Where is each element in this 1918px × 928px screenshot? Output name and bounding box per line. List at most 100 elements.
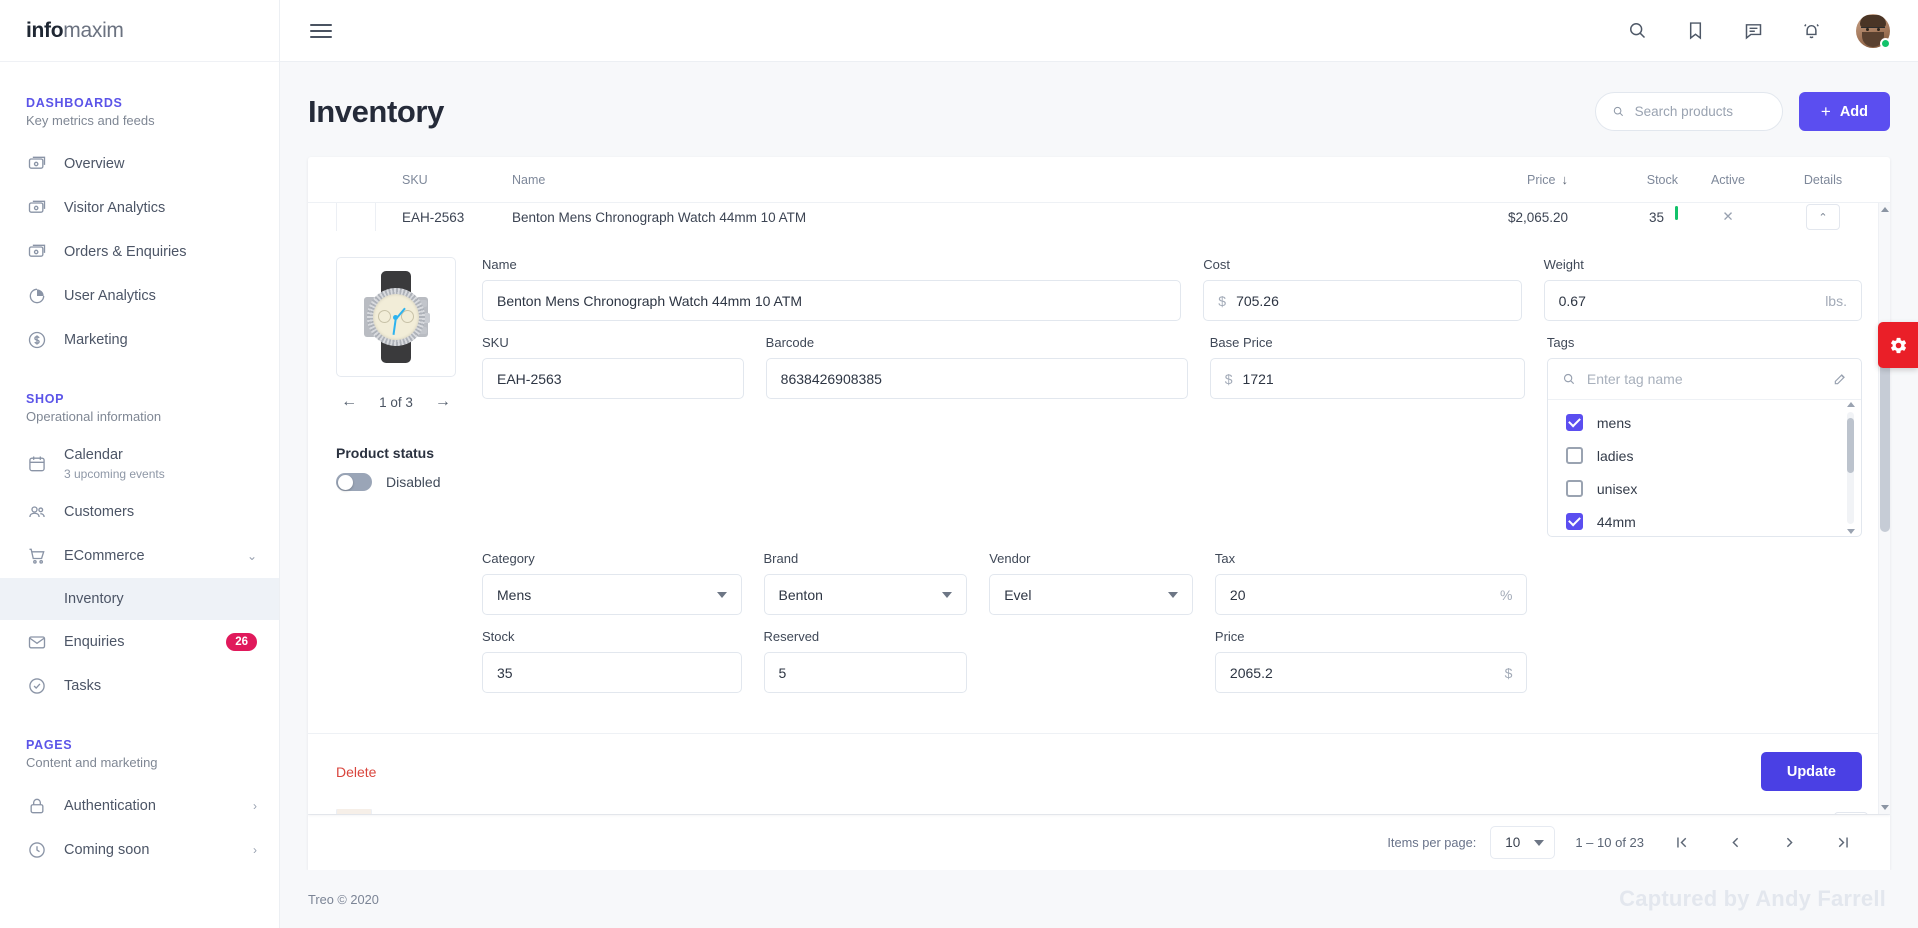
stock-input[interactable] — [497, 664, 727, 681]
tag-option[interactable]: ladies — [1548, 439, 1861, 472]
field-cost-control[interactable]: $ — [1203, 280, 1522, 321]
table-vertical-scrollbar[interactable] — [1878, 203, 1890, 814]
first-page-button[interactable] — [1664, 826, 1698, 860]
row-stock: 35 — [1568, 205, 1678, 225]
add-button[interactable]: + Add — [1798, 92, 1890, 131]
settings-gear-tab[interactable] — [1878, 322, 1918, 368]
category-select[interactable]: Mens — [482, 574, 742, 615]
next-table-row-peek[interactable] — [308, 809, 1890, 814]
field-stock-control[interactable] — [482, 652, 742, 693]
items-per-page-select[interactable]: 10 — [1490, 826, 1556, 859]
update-button[interactable]: Update — [1760, 752, 1862, 791]
sidebar-item-ecommerce[interactable]: ECommerce ⌄ — [0, 534, 279, 578]
field-name-control[interactable] — [482, 280, 1182, 321]
sidebar-item-customers[interactable]: Customers — [0, 490, 279, 534]
sidebar-item-label: Coming soon — [64, 841, 150, 858]
chat-icon[interactable] — [1734, 12, 1772, 50]
tags-scrollbar[interactable] — [1846, 402, 1855, 534]
sku-input[interactable] — [497, 370, 729, 387]
base-price-input[interactable] — [1242, 370, 1510, 387]
scroll-thumb[interactable] — [1847, 418, 1855, 473]
brand-logo[interactable]: infomaxim — [0, 0, 279, 62]
sidebar-item-enquiries[interactable]: Enquiries 26 — [0, 620, 279, 664]
barcode-input[interactable] — [780, 370, 1173, 387]
sidebar-item-overview[interactable]: Overview — [0, 142, 279, 186]
delete-button[interactable]: Delete — [336, 764, 376, 780]
product-status-toggle[interactable] — [336, 473, 372, 491]
scroll-down-arrow-icon[interactable] — [1846, 529, 1855, 534]
column-name[interactable]: Name — [512, 173, 1448, 187]
tags-list: mens ladies unisex 44mm — [1548, 400, 1861, 536]
chevron-up-icon[interactable]: ⌃ — [1806, 204, 1840, 230]
form-row-3: Category Mens Brand Benton Vendor Evel T… — [482, 551, 1862, 615]
hamburger-icon[interactable] — [306, 13, 342, 49]
bell-icon[interactable] — [1792, 12, 1830, 50]
scroll-up-arrow-icon[interactable] — [1846, 402, 1855, 407]
chevron-down-icon — [1534, 839, 1545, 846]
cost-input[interactable] — [1236, 292, 1507, 309]
chevron-down-icon[interactable] — [1834, 812, 1868, 814]
section-subtitle: Content and marketing — [26, 755, 158, 770]
sidebar-item-visitor-analytics[interactable]: Visitor Analytics — [0, 186, 279, 230]
sidebar-item-inventory[interactable]: Inventory — [0, 578, 279, 620]
scroll-track[interactable] — [1847, 412, 1855, 524]
previous-page-button[interactable] — [1718, 826, 1752, 860]
search-icon[interactable] — [1618, 12, 1656, 50]
field-tags-label: Tags — [1546, 335, 1575, 350]
field-base-price-control[interactable]: $ — [1209, 358, 1525, 399]
field-price-control[interactable]: $ — [1214, 652, 1528, 693]
sidebar-item-orders-enquiries[interactable]: Orders & Enquiries — [0, 230, 279, 274]
column-stock[interactable]: Stock — [1568, 173, 1678, 187]
tag-option[interactable]: 44mm — [1548, 505, 1861, 536]
reserved-input[interactable] — [778, 664, 953, 681]
column-price[interactable]: Price ↓ — [1448, 172, 1568, 187]
field-reserved-control[interactable] — [763, 652, 968, 693]
sidebar-item-calendar[interactable]: Calendar 3 upcoming events — [0, 438, 279, 490]
tag-checkbox[interactable] — [1565, 414, 1583, 431]
tags-search-row[interactable] — [1547, 359, 1862, 400]
tax-input[interactable] — [1229, 586, 1490, 603]
scroll-track[interactable] — [1879, 212, 1891, 805]
field-weight-control[interactable]: lbs. — [1543, 280, 1862, 321]
sidebar-item-authentication[interactable]: Authentication › — [0, 784, 279, 828]
bookmark-icon[interactable] — [1676, 12, 1714, 50]
tag-option[interactable]: unisex — [1548, 472, 1861, 505]
search-input[interactable] — [1634, 104, 1766, 119]
search-products-box[interactable] — [1594, 92, 1783, 131]
tag-checkbox[interactable] — [1565, 447, 1583, 464]
name-input[interactable] — [497, 292, 1167, 309]
tag-option[interactable]: mens — [1548, 406, 1861, 439]
column-sku[interactable]: SKU — [402, 173, 512, 187]
avatar[interactable] — [1856, 13, 1891, 49]
vendor-select[interactable]: Evel — [989, 574, 1193, 615]
column-active[interactable]: Active — [1678, 173, 1778, 187]
section-title: SHOP — [26, 392, 65, 406]
tag-checkbox[interactable] — [1565, 513, 1583, 530]
last-page-button[interactable] — [1826, 826, 1860, 860]
table-row[interactable]: EAH-2563 Benton Mens Chronograph Watch 4… — [308, 203, 1890, 231]
field-brand-label: Brand — [763, 551, 799, 566]
price-input[interactable] — [1229, 664, 1495, 681]
users-icon — [26, 501, 48, 523]
tag-checkbox[interactable] — [1565, 480, 1583, 497]
field-barcode-control[interactable] — [765, 358, 1188, 399]
field-tax-control[interactable]: % — [1214, 574, 1528, 615]
next-page-button[interactable] — [1772, 826, 1806, 860]
weight-input[interactable] — [1558, 292, 1816, 309]
plus-icon: + — [1820, 102, 1831, 121]
sidebar-item-coming-soon[interactable]: Coming soon › — [0, 828, 279, 872]
carousel-next-button[interactable]: → — [435, 393, 451, 411]
mail-icon — [26, 631, 48, 653]
sidebar-item-marketing[interactable]: Marketing — [0, 318, 279, 362]
tag-search-input[interactable] — [1586, 371, 1823, 387]
sidebar-item-user-analytics[interactable]: User Analytics — [0, 274, 279, 318]
field-sku-control[interactable] — [482, 358, 744, 399]
sidebar-section-shop: SHOP Operational information — [0, 384, 279, 434]
avatar-glasses — [1861, 26, 1885, 32]
gear-icon — [1890, 337, 1906, 353]
row-details[interactable]: ⌃ — [1778, 204, 1868, 230]
sidebar-item-tasks[interactable]: Tasks — [0, 664, 279, 708]
brand-select[interactable]: Benton — [763, 574, 968, 615]
scroll-down-arrow-icon[interactable] — [1880, 805, 1889, 810]
carousel-prev-button[interactable]: ← — [341, 393, 357, 411]
